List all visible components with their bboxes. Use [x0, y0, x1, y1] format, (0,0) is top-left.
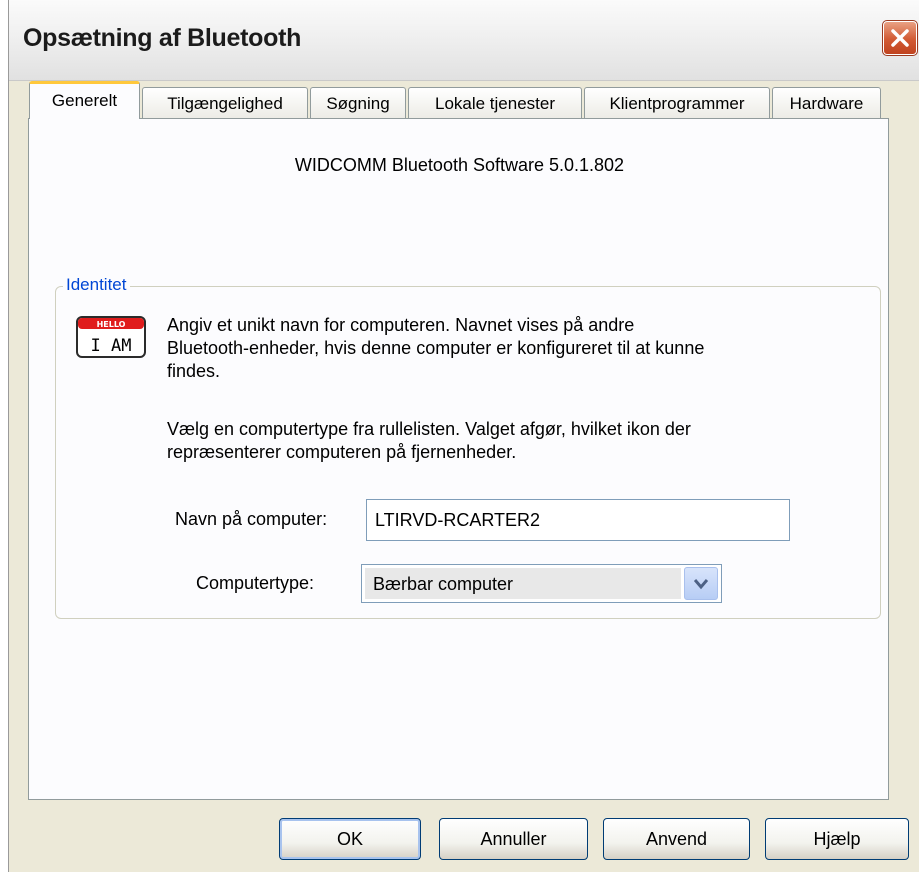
close-icon: [891, 29, 909, 47]
svg-text:HELLO: HELLO: [97, 320, 126, 329]
title-bar[interactable]: Opsætning af Bluetooth: [9, 0, 919, 81]
chevron-down-icon: [694, 579, 708, 590]
ok-button[interactable]: OK: [279, 818, 421, 860]
computer-type-description: Vælg en computertype fra rullelisten. Va…: [167, 418, 691, 464]
dropdown-arrow-button[interactable]: [684, 567, 718, 600]
description-line: Vælg en computertype fra rullelisten. Va…: [167, 419, 691, 439]
identity-group-label: Identitet: [63, 275, 130, 295]
tab-tilgaengelighed[interactable]: Tilgængelighed: [142, 87, 308, 119]
computer-type-label: Computertype:: [196, 573, 315, 593]
description-line: Angiv et unikt navn for computeren. Navn…: [167, 315, 635, 335]
description-line: Bluetooth-enheder, hvis denne computer e…: [167, 338, 705, 358]
apply-button[interactable]: Anvend: [603, 818, 750, 860]
tab-hardware[interactable]: Hardware: [772, 87, 881, 119]
description-line: repræsenterer computeren på fjernenheder…: [167, 442, 517, 462]
tab-lokale-tjenester[interactable]: Lokale tjenester: [408, 87, 582, 119]
help-button[interactable]: Hjælp: [765, 818, 909, 860]
computer-name-input[interactable]: LTIRVD-RCARTER2: [366, 499, 790, 541]
tab-soegning[interactable]: Søgning: [310, 87, 406, 119]
hello-i-am-icon: HELLO I AM: [75, 315, 147, 364]
computer-name-label: Navn på computer:: [175, 509, 328, 529]
computer-type-dropdown[interactable]: Bærbar computer: [361, 564, 722, 603]
software-version-text: WIDCOMM Bluetooth Software 5.0.1.802: [294, 155, 625, 175]
window-title: Opsætning af Bluetooth: [23, 24, 302, 52]
tab-klientprogrammer[interactable]: Klientprogrammer: [584, 87, 770, 119]
tab-generelt[interactable]: Generelt: [29, 81, 140, 119]
identity-description: Angiv et unikt navn for computeren. Navn…: [167, 314, 704, 383]
close-button[interactable]: [882, 20, 918, 56]
description-line: findes.: [167, 361, 221, 381]
svg-text:I AM: I AM: [91, 336, 132, 356]
computer-type-value: Bærbar computer: [365, 568, 681, 599]
cancel-button[interactable]: Annuller: [439, 818, 588, 860]
